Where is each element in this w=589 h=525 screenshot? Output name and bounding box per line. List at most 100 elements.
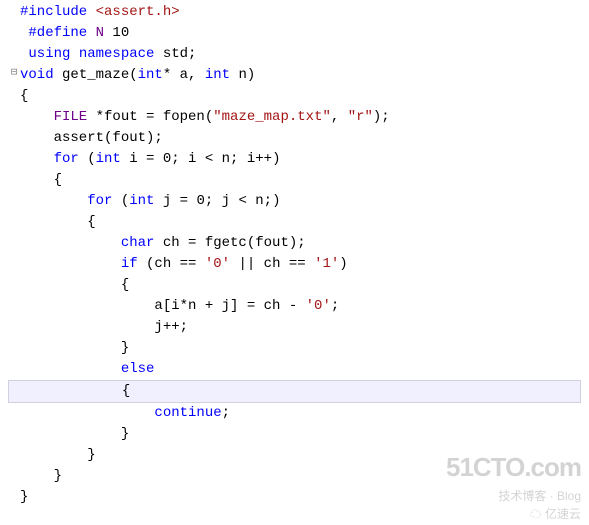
keyword-token: else [20,361,154,377]
gutter [8,2,20,19]
code-text: i = 0; i < n; i++) [121,151,281,167]
brace-token: } [20,489,28,505]
type-token: char [20,235,154,251]
code-line: } [8,445,581,466]
gutter [8,86,20,103]
code-line: FILE *fout = fopen("maze_map.txt", "r"); [8,107,581,128]
code-text: *fout = fopen( [87,109,213,125]
preprocessor-token: #include [20,4,87,20]
keyword-token: for [20,151,79,167]
keyword-token: if [20,256,138,272]
code-line: ⊟void get_maze(int* a, int n) [8,65,581,86]
gutter [8,317,20,334]
code-text: j = 0; j < n;) [154,193,280,209]
code-line: } [8,424,581,445]
gutter [8,359,20,376]
code-line: a[i*n + j] = ch - '0'; [8,296,581,317]
gutter [8,296,20,313]
gutter [8,338,20,355]
brace-token: { [20,88,28,104]
gutter [8,403,20,420]
brace-token: { [20,277,129,293]
keyword-token: for [20,193,112,209]
code-line: continue; [8,403,581,424]
type-token: int [138,67,163,83]
code-text: a[i*n + j] = ch - [20,298,306,314]
code-line: { [8,212,581,233]
function-name: get_maze( [54,67,138,83]
keyword-token: namespace [70,46,154,62]
code-line: else [8,359,581,380]
gutter [8,107,20,124]
code-text: j++; [20,319,188,335]
include-path: <assert.h> [87,4,179,20]
type-token: int [129,193,154,209]
type-token: FILE [20,109,87,125]
gutter [8,445,20,462]
string-token: "r" [348,109,373,125]
gutter [8,424,20,441]
gutter [8,23,20,40]
code-line: { [8,86,581,107]
code-text: , [331,109,348,125]
code-editor: #include <assert.h> #define N 10 using n… [0,0,589,510]
keyword-token: continue [20,405,222,421]
string-token: "maze_map.txt" [213,109,331,125]
gutter [8,212,20,229]
macro-name: N [96,25,104,41]
char-token: '0' [306,298,331,314]
gutter [9,381,21,398]
char-token: '1' [314,256,339,272]
param-token: * a, [163,67,205,83]
gutter [8,275,20,292]
code-text: assert(fout); [20,130,163,146]
brace-token: } [20,447,96,463]
code-line: #define N 10 [8,23,581,44]
code-line: { [8,170,581,191]
code-line: { [8,275,581,296]
type-token: int [96,151,121,167]
gutter [8,170,20,187]
code-text: ; [331,298,339,314]
code-text: ; [222,405,230,421]
code-line: } [8,487,581,508]
number-token: 10 [104,25,129,41]
keyword-token: using [20,46,70,62]
type-token: int [205,67,230,83]
brace-token: { [20,172,62,188]
char-token: '0' [205,256,230,272]
identifier-token: std; [154,46,196,62]
code-line: } [8,338,581,359]
gutter [8,128,20,145]
param-token: n) [230,67,255,83]
code-line: using namespace std; [8,44,581,65]
code-text: (ch == [138,256,205,272]
code-line: } [8,466,581,487]
code-line: for (int i = 0; i < n; i++) [8,149,581,170]
gutter [8,44,20,61]
code-line: for (int j = 0; j < n;) [8,191,581,212]
collapse-icon[interactable]: ⊟ [8,65,20,82]
brace-token: { [20,214,96,230]
code-text: ch = fgetc(fout); [154,235,305,251]
gutter [8,254,20,271]
brace-token: } [20,340,129,356]
code-text: ) [339,256,347,272]
code-line: j++; [8,317,581,338]
gutter [8,233,20,250]
code-line: if (ch == '0' || ch == '1') [8,254,581,275]
code-text: || ch == [230,256,314,272]
code-line: #include <assert.h> [8,2,581,23]
gutter [8,191,20,208]
code-line-highlighted: { [8,380,581,403]
code-text: ( [112,193,129,209]
code-text: ( [79,151,96,167]
code-line: char ch = fgetc(fout); [8,233,581,254]
type-token: void [20,67,54,83]
preprocessor-token: #define [20,25,96,41]
gutter [8,487,20,504]
brace-token: } [20,426,129,442]
brace-token: } [20,468,62,484]
gutter [8,466,20,483]
code-text: ); [373,109,390,125]
